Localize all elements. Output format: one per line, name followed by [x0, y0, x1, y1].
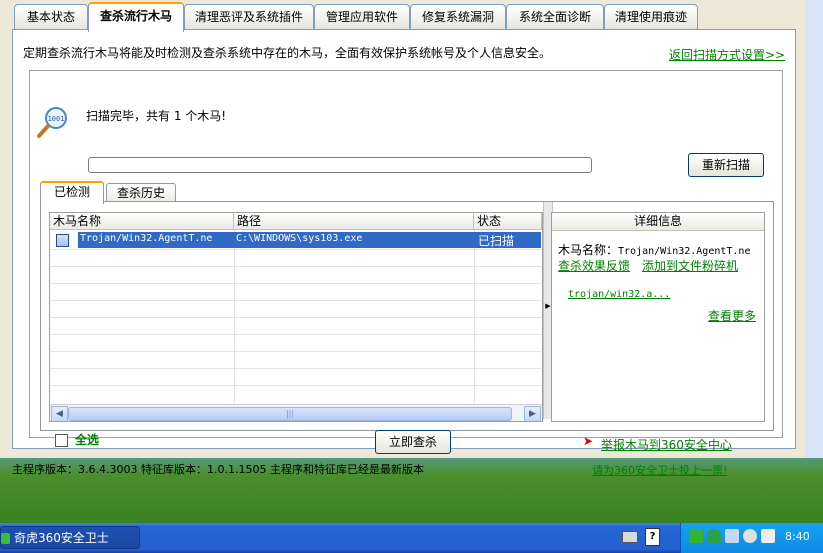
trojan-path-cell: C:\WINDOWS\sys103.exe [236, 233, 363, 244]
window-edge [805, 0, 823, 458]
kill-feedback-link[interactable]: 查杀效果反馈 [558, 257, 630, 274]
trojan-status-cell: 已扫描 [478, 234, 515, 248]
detail-name-value: Trojan/Win32.AgentT.ne [618, 246, 751, 257]
app-shield-icon [1, 533, 10, 544]
table-row[interactable]: Trojan/Win32.AgentT.ne C:\WINDOWS\sys103… [78, 232, 541, 248]
security-shield-icon[interactable] [689, 529, 703, 543]
subtab-scan-history[interactable]: 查杀历史 [106, 183, 176, 202]
tab-app-management[interactable]: 管理应用软件 [314, 4, 410, 29]
scan-progress-bar [88, 157, 592, 173]
results-frame: 木马名称 路径 状态 Trojan/Win32.AgentT.ne C:\WIN… [40, 201, 774, 454]
keyboard-icon[interactable] [622, 531, 638, 543]
scan-status-text: 扫描完毕，共有 1 个木马! [86, 109, 227, 123]
detail-trojan-name: 木马名称：Trojan/Win32.AgentT.ne [558, 241, 750, 258]
row-checkbox[interactable] [56, 234, 69, 247]
scan-panel: 1001 扫描完毕，共有 1 个木马! 重新扫描 已检测 查杀历史 木马名称 路… [29, 70, 783, 454]
version-status: 主程序版本：3.6.4.3003 特征库版本：1.0.1.1505 主程序和特征… [12, 463, 424, 476]
taskbar-app-label: 奇虎360安全卫士 [14, 531, 109, 545]
main-window: 基本状态 查杀流行木马 清理恶评及系统插件 管理应用软件 修复系统漏洞 系统全面… [0, 0, 805, 477]
row-divider [50, 266, 542, 267]
row-divider [50, 334, 542, 335]
scrollbar-thumb[interactable]: ||| [68, 407, 512, 421]
printer-icon[interactable] [761, 529, 775, 543]
row-divider [50, 385, 542, 386]
row-divider [50, 351, 542, 352]
kill-now-button[interactable]: 立即查杀 [375, 430, 451, 454]
row-divider [50, 249, 542, 250]
detail-panel-title: 详细信息 [552, 213, 764, 231]
scroll-right-icon[interactable]: ▶ [524, 406, 541, 421]
select-all-label[interactable]: 全选 [75, 431, 99, 448]
row-divider [50, 300, 542, 301]
tab-basic-status[interactable]: 基本状态 [14, 4, 88, 29]
view-more-link[interactable]: 查看更多 [708, 307, 756, 324]
add-to-shredder-link[interactable]: 添加到文件粉碎机 [642, 257, 738, 274]
select-all-checkbox[interactable] [55, 434, 68, 447]
column-header-path[interactable]: 路径 [234, 213, 474, 230]
tab-full-diagnosis[interactable]: 系统全面诊断 [506, 4, 604, 29]
column-header-name[interactable]: 木马名称 [50, 213, 234, 230]
antivirus-icon[interactable] [707, 529, 721, 543]
scroll-left-icon[interactable]: ◀ [51, 406, 68, 421]
taskbar: 奇虎360安全卫士 ? 8:40 [0, 523, 823, 553]
page-description: 定期查杀流行木马将能及时检测及查杀系统中存在的木马，全面有效保护系统帐号及个人信… [23, 46, 552, 60]
magnifier-icon: 1001 [37, 107, 67, 138]
tab-plugin-cleanup[interactable]: 清理恶评及系统插件 [184, 4, 314, 29]
tab-content: 定期查杀流行木马将能及时检测及查杀系统中存在的木马，全面有效保护系统帐号及个人信… [12, 29, 796, 454]
rescan-button[interactable]: 重新扫描 [688, 153, 764, 177]
vote-link[interactable]: 请为360安全卫士投上一票! [592, 462, 727, 478]
trojan-info-link[interactable]: trojan/win32.a... [568, 289, 670, 300]
network-icon[interactable] [725, 529, 739, 543]
tab-patch-vulnerabilities[interactable]: 修复系统漏洞 [410, 4, 506, 29]
taskbar-app-button[interactable]: 奇虎360安全卫士 [0, 526, 140, 549]
row-divider [50, 317, 542, 318]
detail-panel: 详细信息 木马名称：Trojan/Win32.AgentT.ne 查杀效果反馈 … [551, 212, 765, 422]
back-to-scan-settings-link[interactable]: 返回扫描方式设置>> [669, 46, 785, 63]
trojan-name-cell: Trojan/Win32.AgentT.ne [80, 233, 213, 244]
help-icon[interactable]: ? [645, 528, 660, 546]
tab-clean-traces[interactable]: 清理使用痕迹 [604, 4, 698, 29]
horizontal-scrollbar[interactable]: ◀ ||| ▶ [50, 404, 542, 421]
tab-trojan-scan[interactable]: 查杀流行木马 [88, 2, 184, 32]
red-arrow-icon: ➤ [583, 434, 594, 448]
subtab-detected[interactable]: 已检测 [40, 181, 104, 204]
trojan-table: 木马名称 路径 状态 Trojan/Win32.AgentT.ne C:\WIN… [49, 212, 543, 422]
volume-icon[interactable] [743, 529, 757, 543]
column-header-status[interactable]: 状态 [474, 213, 542, 230]
svg-text:1001: 1001 [48, 115, 65, 123]
system-tray: 8:40 [680, 523, 823, 553]
row-divider [50, 283, 542, 284]
row-divider [50, 368, 542, 369]
report-trojan-link[interactable]: 举报木马到360安全中心 [601, 436, 732, 453]
detail-name-label: 木马名称： [558, 243, 619, 257]
clock[interactable]: 8:40 [785, 530, 810, 543]
